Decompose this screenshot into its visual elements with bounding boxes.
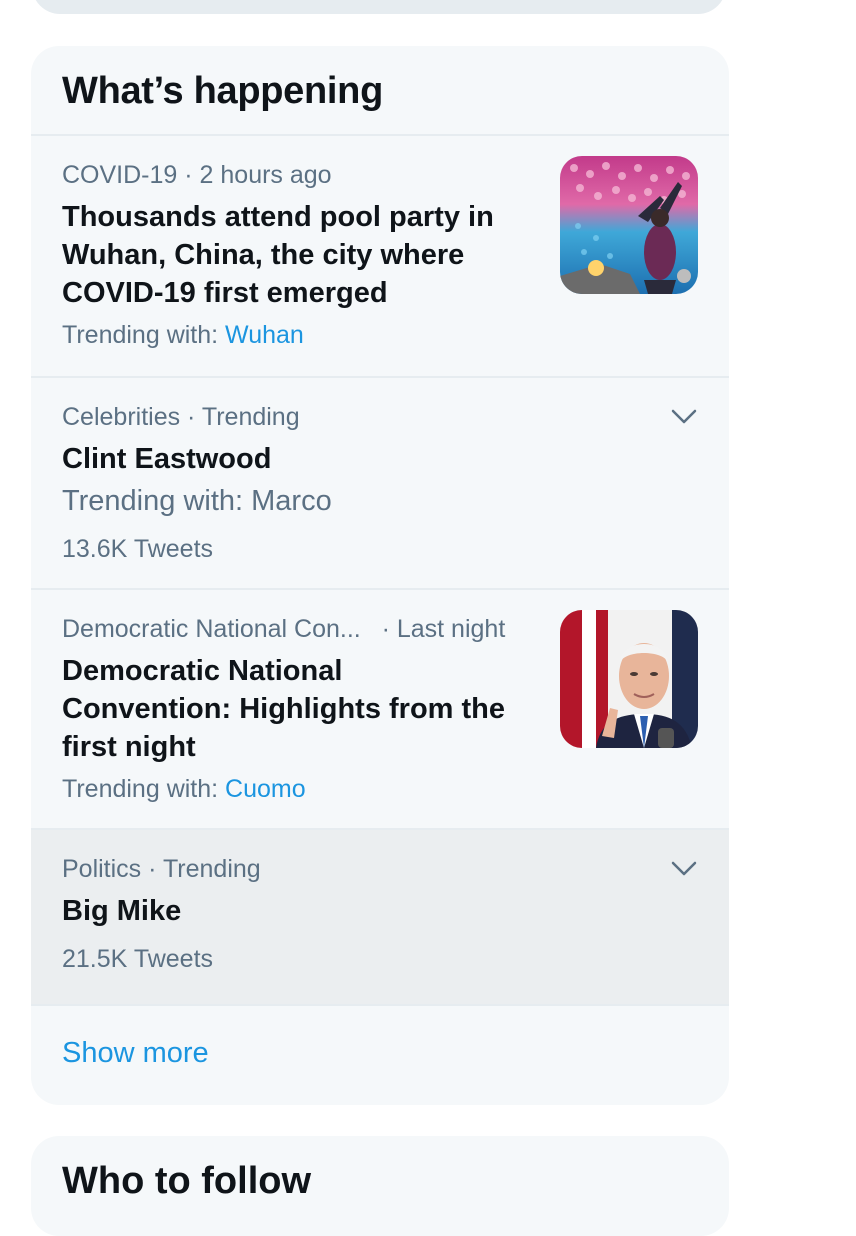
- trending-with-link[interactable]: Cuomo: [225, 775, 306, 803]
- trending-with-label: Trending with:: [62, 321, 219, 349]
- pool-party-thumbnail[interactable]: [560, 156, 698, 294]
- meta-separator: ·: [367, 615, 397, 643]
- who-to-follow-title: Who to follow: [62, 1160, 312, 1202]
- trends-panel: What’s happening COVID-19 · 2 hours ago …: [31, 46, 729, 1105]
- trend-time: 2 hours ago: [199, 161, 332, 189]
- previous-panel-bottom: [32, 0, 726, 14]
- trending-with: Trending with: Cuomo: [62, 774, 698, 804]
- meta-separator: ·: [184, 161, 200, 189]
- trend-item-dnc[interactable]: Democratic National Con... · Last night …: [31, 590, 729, 830]
- speaker-image: [560, 610, 698, 748]
- trend-time: Last night: [396, 615, 506, 643]
- trend-headline: Clint Eastwood: [62, 443, 272, 475]
- trends-panel-header: What’s happening: [31, 46, 729, 136]
- who-to-follow-panel: Who to follow: [31, 1136, 729, 1236]
- trend-item-big-mike[interactable]: Politics · Trending Big Mike 21.5K Tweet…: [31, 830, 729, 1006]
- trend-item-clint-eastwood[interactable]: Celebrities · Trending Clint Eastwood Tr…: [31, 378, 729, 590]
- show-more-link[interactable]: Show more: [31, 1006, 729, 1070]
- trends-panel-title: What’s happening: [62, 70, 384, 112]
- tweet-count: 21.5K Tweets: [62, 945, 214, 973]
- chevron-down-icon[interactable]: [671, 404, 697, 430]
- tweet-count: 13.6K Tweets: [62, 535, 214, 563]
- trending-with-link[interactable]: Wuhan: [225, 321, 304, 349]
- trending-with: Trending with: Marco: [62, 485, 332, 517]
- trend-category: COVID-19: [62, 161, 178, 189]
- speaker-thumbnail[interactable]: [560, 610, 698, 748]
- trend-category: Celebrities · Trending: [62, 403, 300, 431]
- trend-item-covid[interactable]: COVID-19 · 2 hours ago Thousands attend …: [31, 136, 729, 378]
- trending-with-label: Trending with:: [62, 775, 219, 803]
- chevron-down-icon[interactable]: [671, 856, 697, 882]
- trend-category: Politics · Trending: [62, 855, 261, 883]
- trend-headline: Big Mike: [62, 895, 182, 927]
- pool-party-image: [560, 156, 698, 294]
- trending-with: Trending with: Wuhan: [62, 320, 698, 350]
- trend-category: Democratic National Con...: [62, 615, 361, 643]
